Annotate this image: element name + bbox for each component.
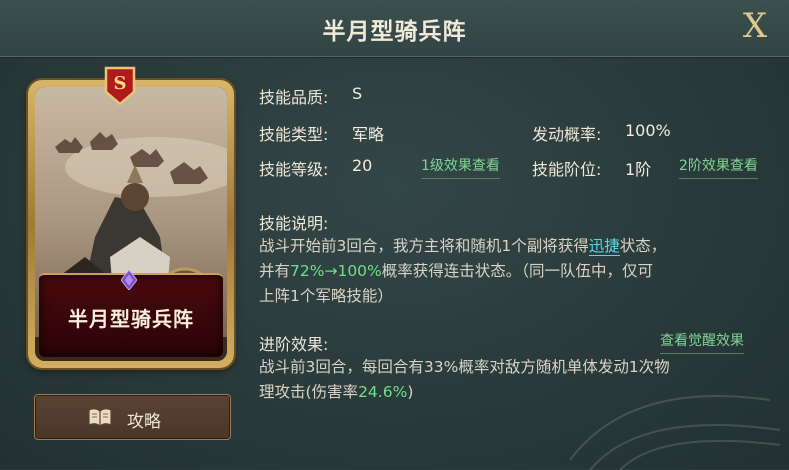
purple-gem-icon	[121, 270, 137, 290]
skill-card-inner: 半月型骑兵阵	[35, 87, 227, 361]
advanced-heading: 进阶效果:	[259, 335, 329, 354]
rank-label: 技能阶位:	[532, 160, 602, 179]
card-skill-name: 半月型骑兵阵	[68, 307, 194, 331]
chance-highlight: 72%→100%	[290, 262, 382, 280]
grade-s-text: S	[114, 73, 127, 94]
awaken-effect-link[interactable]: 查看觉醒效果	[660, 330, 744, 354]
skill-detail-dialog: 半月型骑兵阵 X 半月型骑兵阵 S 攻略 技能品质: S 技能类型: 军略 发动…	[0, 0, 789, 470]
close-button[interactable]: X	[735, 6, 775, 46]
description-text: 战斗开始前3回合，我方主将和随机1个副将获得迅捷状态， 并有72%→100%概率…	[259, 234, 759, 309]
description-line-3: 上阵1个军略技能）	[259, 287, 393, 305]
rank-value: 1阶	[625, 160, 652, 179]
swift-status-link[interactable]: 迅捷	[588, 237, 620, 256]
title-bar: 半月型骑兵阵 X	[0, 0, 789, 57]
description-heading: 技能说明:	[259, 214, 329, 233]
description-line-2: 并有72%→100%概率获得连击状态。（同一队伍中，仅可	[259, 262, 654, 280]
grade-s-badge: S	[104, 66, 136, 106]
guide-button-label: 攻略	[127, 412, 161, 432]
chance-value: 100%	[625, 121, 671, 140]
level-value: 20	[352, 156, 373, 175]
description-line-1: 战斗开始前3回合，我方主将和随机1个副将获得迅捷状态，	[259, 237, 667, 256]
type-label: 技能类型:	[259, 125, 329, 144]
level-label: 技能等级:	[259, 160, 329, 179]
type-value: 军略	[352, 125, 385, 144]
rank-effect-link[interactable]: 2阶效果查看	[679, 155, 758, 179]
level-effect-link[interactable]: 1级效果查看	[421, 155, 500, 179]
quality-label: 技能品质:	[259, 88, 329, 107]
damage-rate-highlight: 24.6%	[358, 383, 408, 401]
book-icon	[88, 408, 112, 427]
quality-value: S	[352, 84, 363, 103]
skill-card: 半月型骑兵阵	[28, 80, 234, 368]
dialog-title: 半月型骑兵阵	[322, 19, 467, 45]
chance-label: 发动概率:	[532, 125, 602, 144]
guide-button[interactable]: 攻略	[34, 394, 231, 440]
background-ornament	[569, 395, 781, 470]
